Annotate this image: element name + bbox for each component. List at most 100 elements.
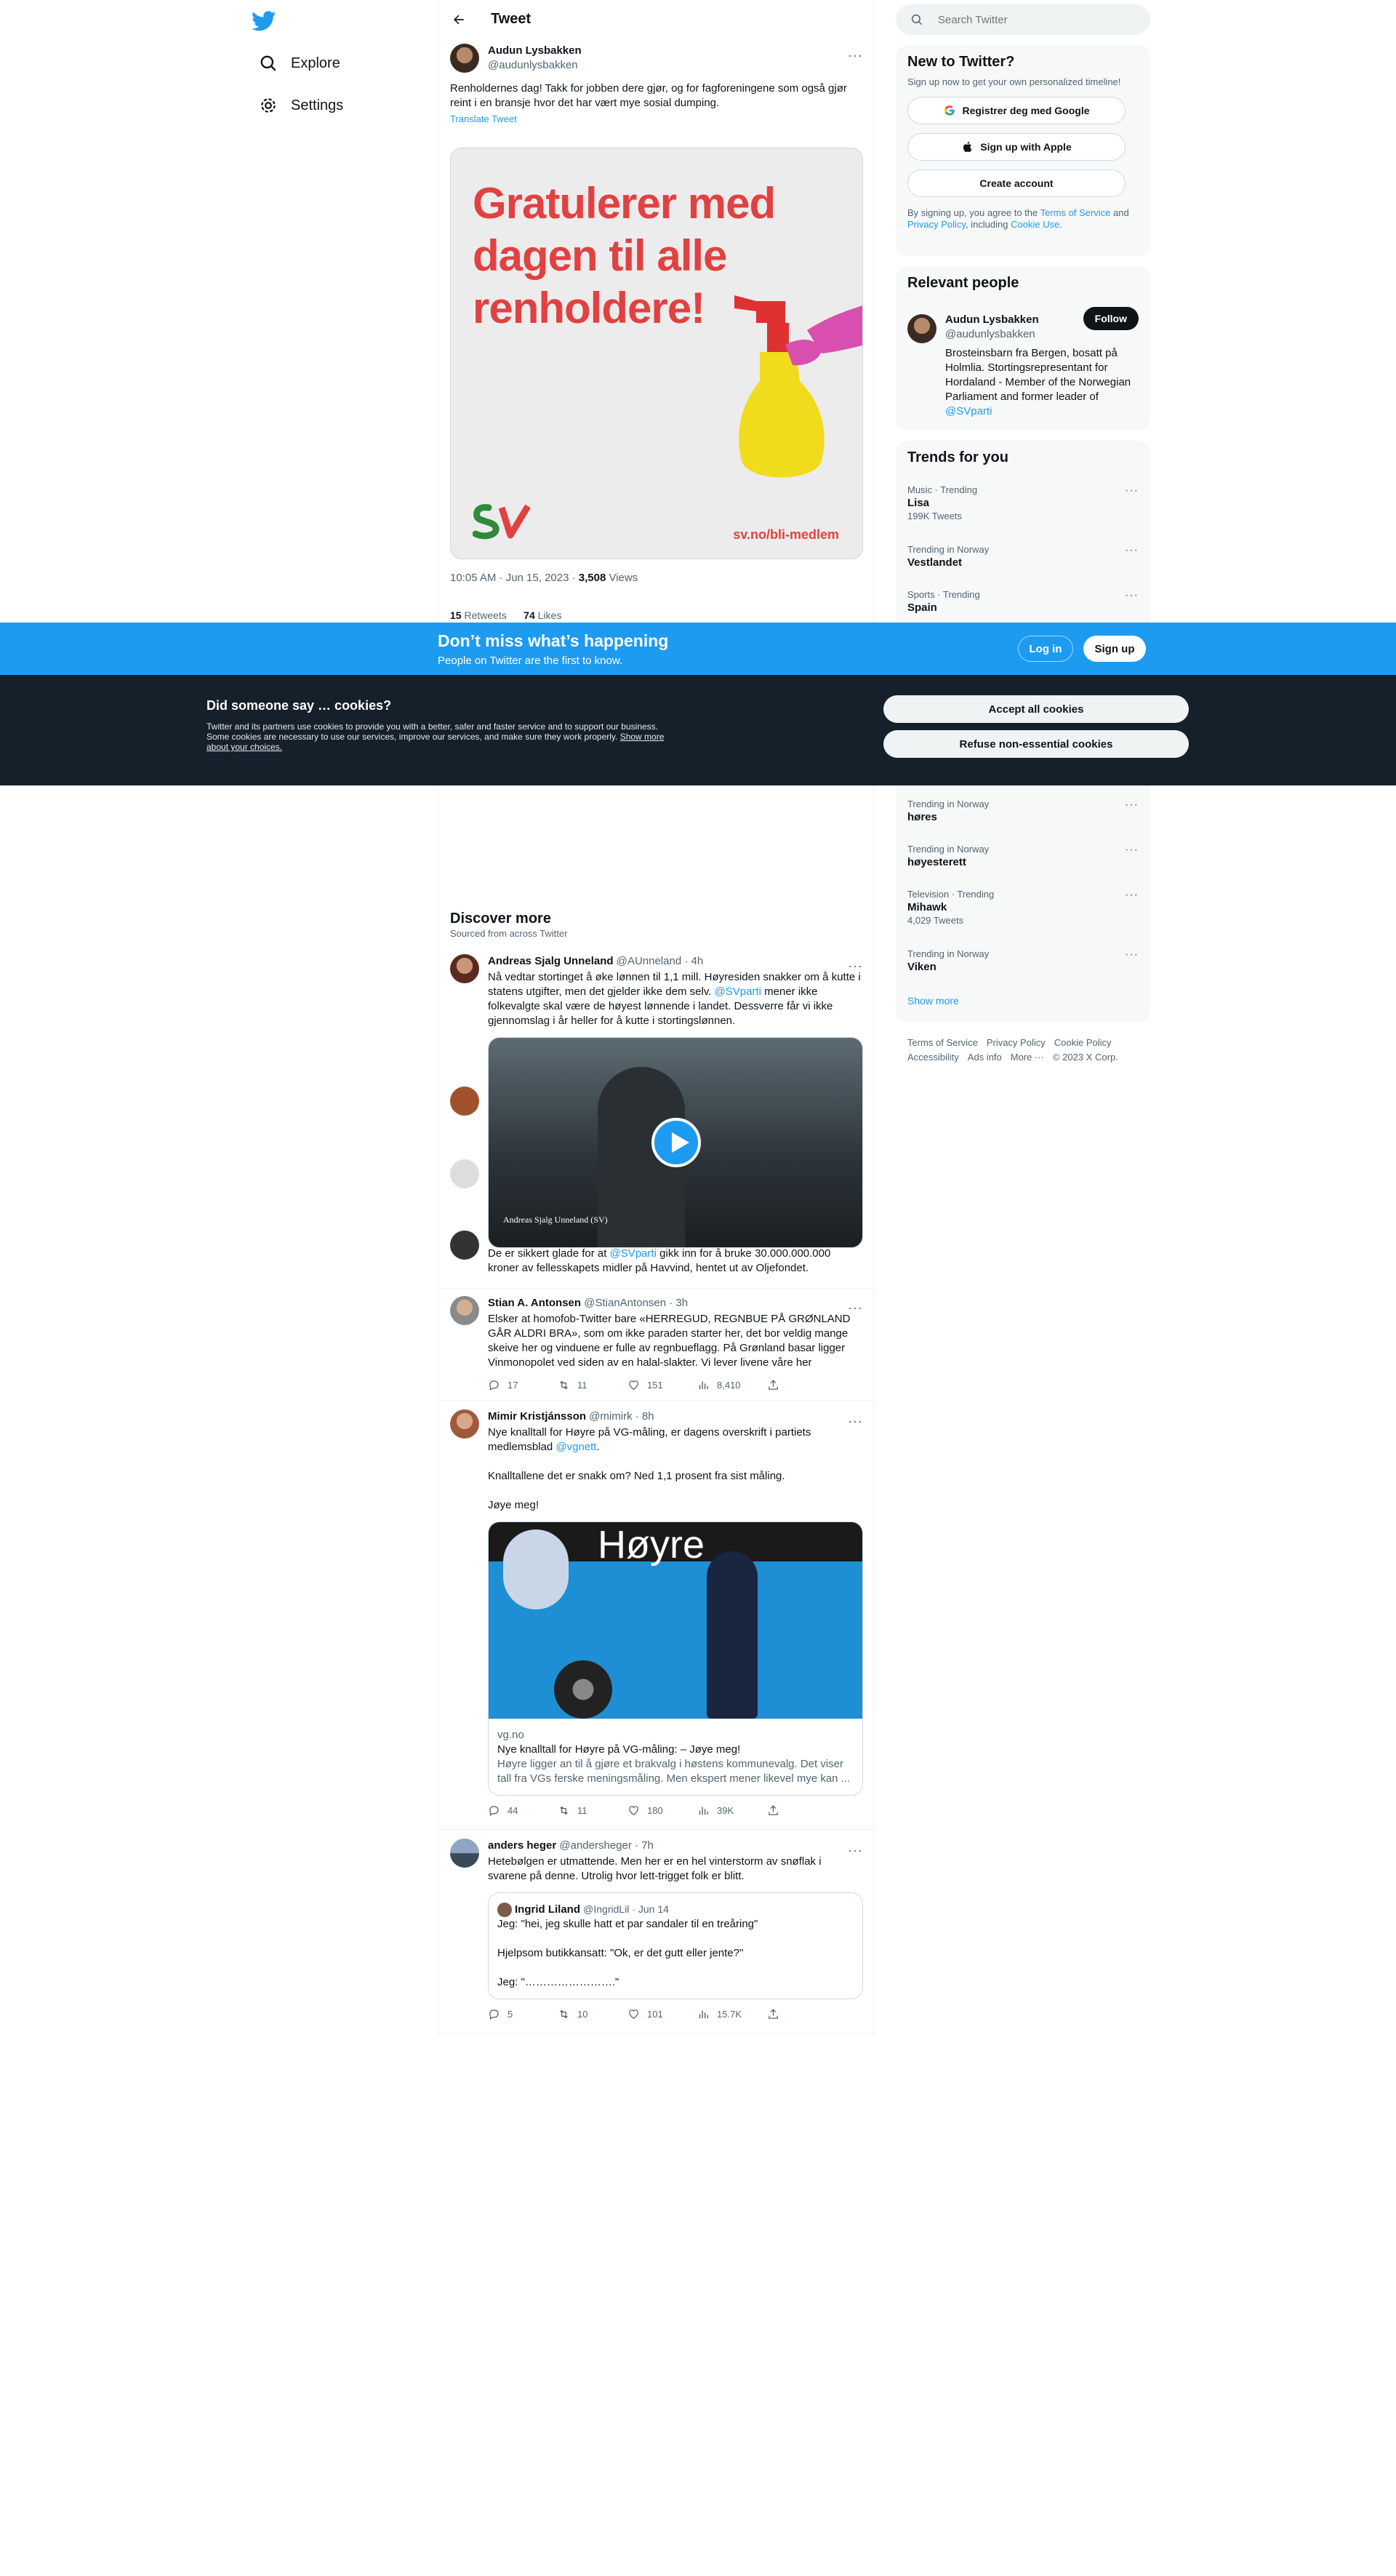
more-options-icon[interactable]: ··· bbox=[1125, 889, 1139, 902]
author-name[interactable]: Stian A. Antonsen bbox=[488, 1297, 581, 1309]
trend-item[interactable]: Music · Trending Lisa 199K Tweets ··· bbox=[907, 484, 1139, 521]
like-count: 101 bbox=[647, 2009, 663, 2020]
google-signup-button[interactable]: Registrer deg med Google bbox=[907, 97, 1126, 124]
nav-explore[interactable]: Explore bbox=[250, 45, 349, 81]
more-options-icon[interactable]: ··· bbox=[1125, 589, 1139, 602]
search-input[interactable] bbox=[938, 13, 1142, 26]
search-bar[interactable] bbox=[896, 4, 1150, 35]
likes-count[interactable]: 74 bbox=[524, 609, 535, 621]
refuse-cookies-button[interactable]: Refuse non-essential cookies bbox=[883, 730, 1189, 758]
views-button[interactable]: 39K bbox=[697, 1804, 767, 1817]
privacy-link[interactable]: Privacy Policy bbox=[907, 219, 966, 230]
back-arrow-icon[interactable] bbox=[452, 12, 466, 27]
share-button[interactable] bbox=[767, 2008, 837, 2020]
avatar[interactable] bbox=[450, 954, 479, 983]
author-handle[interactable]: @andersheger · 7h bbox=[559, 1839, 653, 1852]
more-options-icon[interactable]: ··· bbox=[1125, 844, 1139, 857]
more-options-icon[interactable]: ··· bbox=[1125, 544, 1139, 557]
person-name[interactable]: Audun Lysbakken bbox=[945, 313, 1039, 327]
cookie-use-link[interactable]: Cookie Use bbox=[1011, 219, 1059, 230]
more-options-icon[interactable]: ··· bbox=[1125, 484, 1139, 497]
avatar[interactable] bbox=[450, 1839, 479, 1868]
tweet-mimir[interactable]: Mimir Kristjánsson @mimirk · 8h ··· Nye … bbox=[438, 1401, 875, 1830]
trend-item[interactable]: Trending in Norway høyesterett ··· bbox=[907, 844, 1139, 868]
footer-link[interactable]: Ads info bbox=[968, 1052, 1002, 1063]
reply-button[interactable]: 5 bbox=[488, 2008, 558, 2020]
footer-link[interactable]: More ··· bbox=[1011, 1052, 1044, 1063]
more-options-icon[interactable]: ··· bbox=[848, 1300, 863, 1316]
tweet-anders[interactable]: anders heger @andersheger · 7h ··· Heteb… bbox=[438, 1830, 875, 2033]
reply-button[interactable]: 17 bbox=[488, 1379, 558, 1391]
play-icon[interactable] bbox=[651, 1118, 701, 1167]
twitter-bird-logo-icon[interactable] bbox=[252, 9, 276, 33]
show-more-link[interactable]: Show more bbox=[907, 995, 959, 1007]
retweet-button[interactable]: 10 bbox=[558, 2008, 627, 2020]
tweet-image[interactable]: Gratulerer med dagen til alle renholdere… bbox=[450, 148, 863, 559]
author-handle[interactable]: @StianAntonsen · 3h bbox=[584, 1297, 688, 1309]
avatar[interactable] bbox=[450, 1231, 479, 1260]
follow-button[interactable]: Follow bbox=[1083, 307, 1139, 330]
footer-link[interactable]: Terms of Service bbox=[907, 1037, 978, 1048]
author-handle[interactable]: @audunlysbakken bbox=[488, 58, 582, 73]
tweet-stian[interactable]: Stian A. Antonsen @StianAntonsen · 3h ··… bbox=[438, 1287, 875, 1401]
tweet-video[interactable]: Andreas Sjalg Unneland (SV) bbox=[488, 1037, 863, 1248]
copyright: © 2023 X Corp. bbox=[1053, 1052, 1118, 1063]
more-options-icon[interactable]: ··· bbox=[1125, 948, 1139, 961]
more-options-icon[interactable]: ··· bbox=[848, 1843, 863, 1858]
avatar[interactable] bbox=[450, 1159, 479, 1188]
tweet-andreas[interactable]: Andreas Sjalg Unneland @AUnneland · 4h ·… bbox=[438, 945, 875, 1295]
trend-item[interactable]: Trending in Norway høres ··· bbox=[907, 799, 1139, 823]
avatar[interactable] bbox=[907, 314, 936, 343]
accept-cookies-button[interactable]: Accept all cookies bbox=[883, 695, 1189, 723]
footer-link[interactable]: Cookie Policy bbox=[1054, 1037, 1112, 1048]
trend-category: Music · Trending bbox=[907, 484, 978, 495]
mention-link[interactable]: @SVparti bbox=[945, 405, 992, 417]
mention-link[interactable]: @vgnett bbox=[555, 1441, 596, 1453]
footer-link[interactable]: Privacy Policy bbox=[987, 1037, 1046, 1048]
more-options-icon[interactable]: ··· bbox=[848, 959, 863, 974]
quoted-tweet[interactable]: Ingrid Liland @IngridLil · Jun 14 Jeg: "… bbox=[488, 1892, 863, 2000]
share-button[interactable] bbox=[767, 1379, 837, 1391]
trend-item[interactable]: Trending in Norway Vestlandet ··· bbox=[907, 544, 1139, 569]
link-card[interactable]: Høyre vg.no Nye knalltall for Høyre på V… bbox=[488, 1521, 863, 1796]
translate-tweet-link[interactable]: Translate Tweet bbox=[450, 113, 863, 124]
retweet-button[interactable]: 11 bbox=[558, 1379, 627, 1391]
mention-link[interactable]: @SVparti bbox=[610, 1247, 657, 1260]
more-options-icon[interactable]: ··· bbox=[848, 1414, 863, 1429]
like-button[interactable]: 101 bbox=[627, 2008, 697, 2020]
more-options-icon[interactable]: ··· bbox=[1125, 799, 1139, 812]
avatar[interactable] bbox=[450, 1296, 479, 1325]
mention-link[interactable]: @SVparti bbox=[715, 985, 761, 998]
author-name[interactable]: anders heger bbox=[488, 1839, 556, 1852]
views-button[interactable]: 15.7K bbox=[697, 2008, 767, 2020]
author-name[interactable]: Mimir Kristjánsson bbox=[488, 1410, 586, 1423]
reply-button[interactable]: 44 bbox=[488, 1804, 558, 1817]
retweet-button[interactable]: 11 bbox=[558, 1804, 627, 1817]
trend-item[interactable]: Television · Trending Mihawk 4,029 Tweets ·… bbox=[907, 889, 1139, 926]
avatar[interactable] bbox=[450, 1087, 479, 1116]
avatar[interactable] bbox=[450, 1409, 479, 1439]
create-account-button[interactable]: Create account bbox=[907, 169, 1126, 197]
login-button[interactable]: Log in bbox=[1018, 636, 1073, 662]
author-name[interactable]: Andreas Sjalg Unneland bbox=[488, 955, 614, 967]
like-button[interactable]: 180 bbox=[627, 1804, 697, 1817]
person-handle[interactable]: @audunlysbakken bbox=[945, 327, 1039, 342]
tweet-timestamp[interactable]: 10:05 AM · Jun 15, 2023 · 3,508 Views bbox=[450, 572, 638, 584]
tweet-reply-havvind[interactable]: De er sikkert glade for at @SVparti gikk… bbox=[438, 1245, 875, 1289]
signup-button[interactable]: Sign up bbox=[1083, 636, 1146, 662]
share-button[interactable] bbox=[767, 1804, 837, 1817]
more-options-icon[interactable]: ··· bbox=[848, 48, 863, 63]
retweets-count[interactable]: 15 bbox=[450, 609, 462, 621]
views-button[interactable]: 8,410 bbox=[697, 1379, 767, 1391]
like-button[interactable]: 151 bbox=[627, 1379, 697, 1391]
author-handle[interactable]: @AUnneland · 4h bbox=[617, 955, 703, 967]
apple-signup-button[interactable]: Sign up with Apple bbox=[907, 133, 1126, 161]
nav-settings[interactable]: Settings bbox=[250, 87, 352, 124]
author-handle[interactable]: @mimirk · 8h bbox=[589, 1410, 654, 1423]
author-name[interactable]: Audun Lysbakken bbox=[488, 44, 582, 58]
footer-link[interactable]: Accessibility bbox=[907, 1052, 959, 1063]
trend-item[interactable]: Sports · Trending Spain ··· bbox=[907, 589, 1139, 614]
avatar[interactable] bbox=[450, 44, 479, 73]
trend-item[interactable]: Trending in Norway Viken ··· bbox=[907, 948, 1139, 973]
terms-link[interactable]: Terms of Service bbox=[1040, 207, 1111, 218]
